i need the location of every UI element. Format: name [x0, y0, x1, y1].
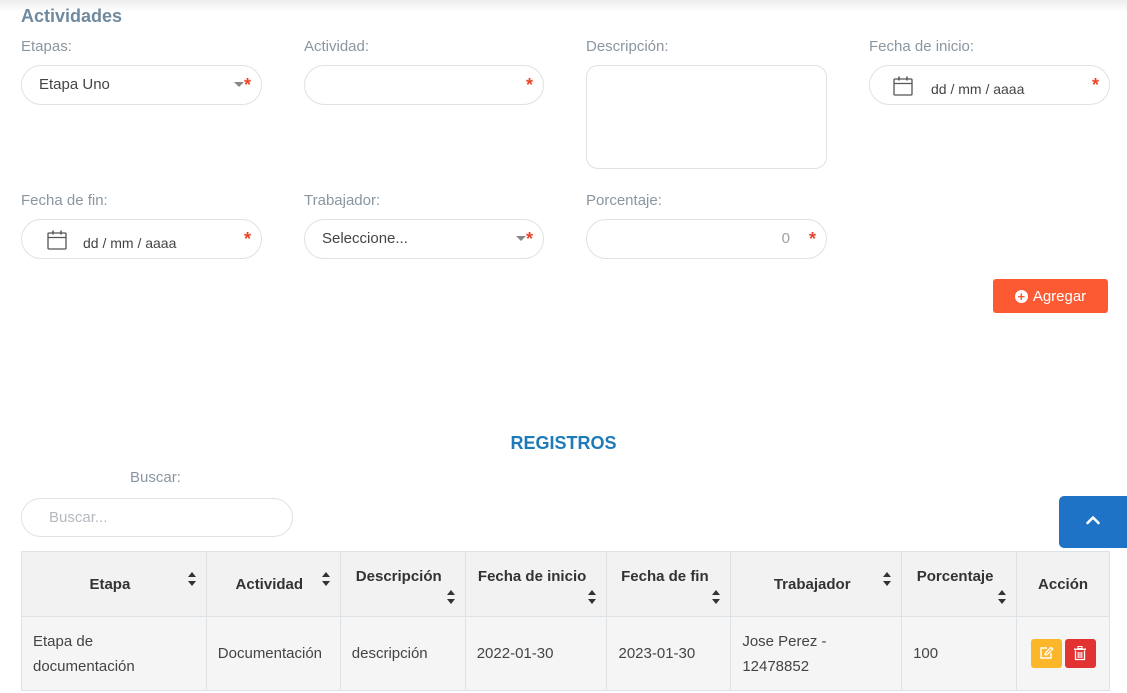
fecha-fin-placeholder: dd / mm / aaaa: [83, 235, 177, 251]
trash-icon: [1073, 646, 1086, 661]
trabajador-select-value: Seleccione...: [322, 230, 408, 247]
cell-etapa: Etapa de documentación: [21, 616, 207, 691]
top-shadow: [0, 0, 1127, 12]
porcentaje-input[interactable]: 0 *: [586, 219, 827, 259]
column-header-label: Fecha de fin: [621, 568, 709, 585]
sort-icon: [883, 572, 892, 586]
column-header-label: Acción: [1038, 575, 1089, 593]
etapas-select[interactable]: Etapa Uno *: [21, 65, 262, 105]
cell-trabajador: Jose Perez - 12478852: [730, 616, 903, 691]
column-header-descripcion[interactable]: Descripción: [339, 551, 466, 617]
fecha-inicio-input[interactable]: dd / mm / aaaa *: [869, 65, 1110, 105]
chevron-down-icon: [234, 82, 244, 87]
actividad-label: Actividad:: [304, 38, 370, 55]
cell-fecha-inicio: 2022-01-30: [464, 616, 608, 691]
descripcion-label: Descripción:: [586, 38, 669, 55]
porcentaje-label: Porcentaje:: [586, 192, 662, 209]
column-header-etapa[interactable]: Etapa: [21, 551, 207, 617]
column-header-label: Descripción: [355, 568, 442, 585]
cell-actividad: Documentación: [205, 616, 341, 691]
search-label: Buscar:: [130, 469, 181, 486]
fecha-fin-input[interactable]: dd / mm / aaaa *: [21, 219, 262, 259]
column-header-fecha-inicio[interactable]: Fecha de inicio: [464, 551, 608, 617]
calendar-icon: [47, 230, 67, 250]
add-button-label: Agregar: [1032, 287, 1087, 305]
column-header-label: Actividad: [235, 575, 304, 593]
cell-accion: [1016, 616, 1110, 691]
registros-title: REGISTROS: [510, 433, 617, 453]
fecha-inicio-placeholder: dd / mm / aaaa: [931, 81, 1025, 97]
cell-porcentaje: 100: [901, 616, 1018, 691]
cell-fecha-fin: 2023-01-30: [606, 616, 732, 691]
section-title: Actividades: [21, 6, 123, 26]
delete-button[interactable]: [1064, 639, 1096, 668]
actividad-input[interactable]: *: [304, 65, 544, 105]
table-row: Etapa de documentación Documentación des…: [21, 616, 1110, 691]
column-header-label: Fecha de inicio: [477, 568, 587, 585]
chevron-down-icon: [516, 236, 526, 241]
column-header-label: Porcentaje: [916, 568, 994, 585]
trabajador-label: Trabajador:: [304, 192, 381, 209]
sort-icon: [588, 590, 597, 604]
trabajador-select[interactable]: Seleccione... *: [304, 219, 544, 259]
required-mark: *: [243, 229, 251, 249]
column-header-label: Etapa: [89, 575, 131, 593]
required-mark: *: [525, 229, 533, 249]
sort-icon: [998, 590, 1007, 604]
search-field[interactable]: [21, 498, 293, 537]
sort-icon: [446, 590, 455, 604]
chevron-up-icon: [1086, 516, 1100, 525]
descripcion-textarea[interactable]: [586, 65, 827, 169]
add-button[interactable]: + Agregar: [993, 279, 1108, 313]
search-input[interactable]: [47, 508, 277, 527]
required-mark: *: [243, 75, 251, 95]
edit-button[interactable]: [1030, 639, 1062, 668]
column-header-label: Trabajador: [773, 575, 851, 593]
sort-icon: [187, 572, 196, 586]
column-header-trabajador[interactable]: Trabajador: [730, 551, 903, 617]
required-mark: *: [808, 229, 816, 249]
plus-circle-icon: +: [1014, 289, 1028, 303]
sort-icon: [321, 572, 330, 586]
sort-icon: [712, 590, 721, 604]
scroll-to-top-button[interactable]: [1059, 496, 1127, 548]
column-header-actividad[interactable]: Actividad: [205, 551, 341, 617]
etapas-label: Etapas:: [21, 38, 72, 55]
column-header-fecha-fin[interactable]: Fecha de fin: [606, 551, 732, 617]
table-header-row: Etapa Actividad Descripción Fecha de ini…: [21, 551, 1110, 617]
etapas-select-value: Etapa Uno: [39, 76, 110, 93]
calendar-icon: [893, 76, 913, 96]
porcentaje-value: 0: [781, 230, 790, 247]
column-header-accion: Acción: [1016, 551, 1110, 617]
column-header-porcentaje[interactable]: Porcentaje: [901, 551, 1018, 617]
edit-icon: [1039, 646, 1053, 659]
records-table: Etapa Actividad Descripción Fecha de ini…: [21, 551, 1110, 691]
fecha-inicio-label: Fecha de inicio:: [869, 38, 975, 55]
required-mark: *: [525, 75, 533, 95]
fecha-fin-label: Fecha de fin:: [21, 192, 108, 209]
required-mark: *: [1091, 75, 1099, 95]
cell-descripcion: descripción: [339, 616, 466, 691]
